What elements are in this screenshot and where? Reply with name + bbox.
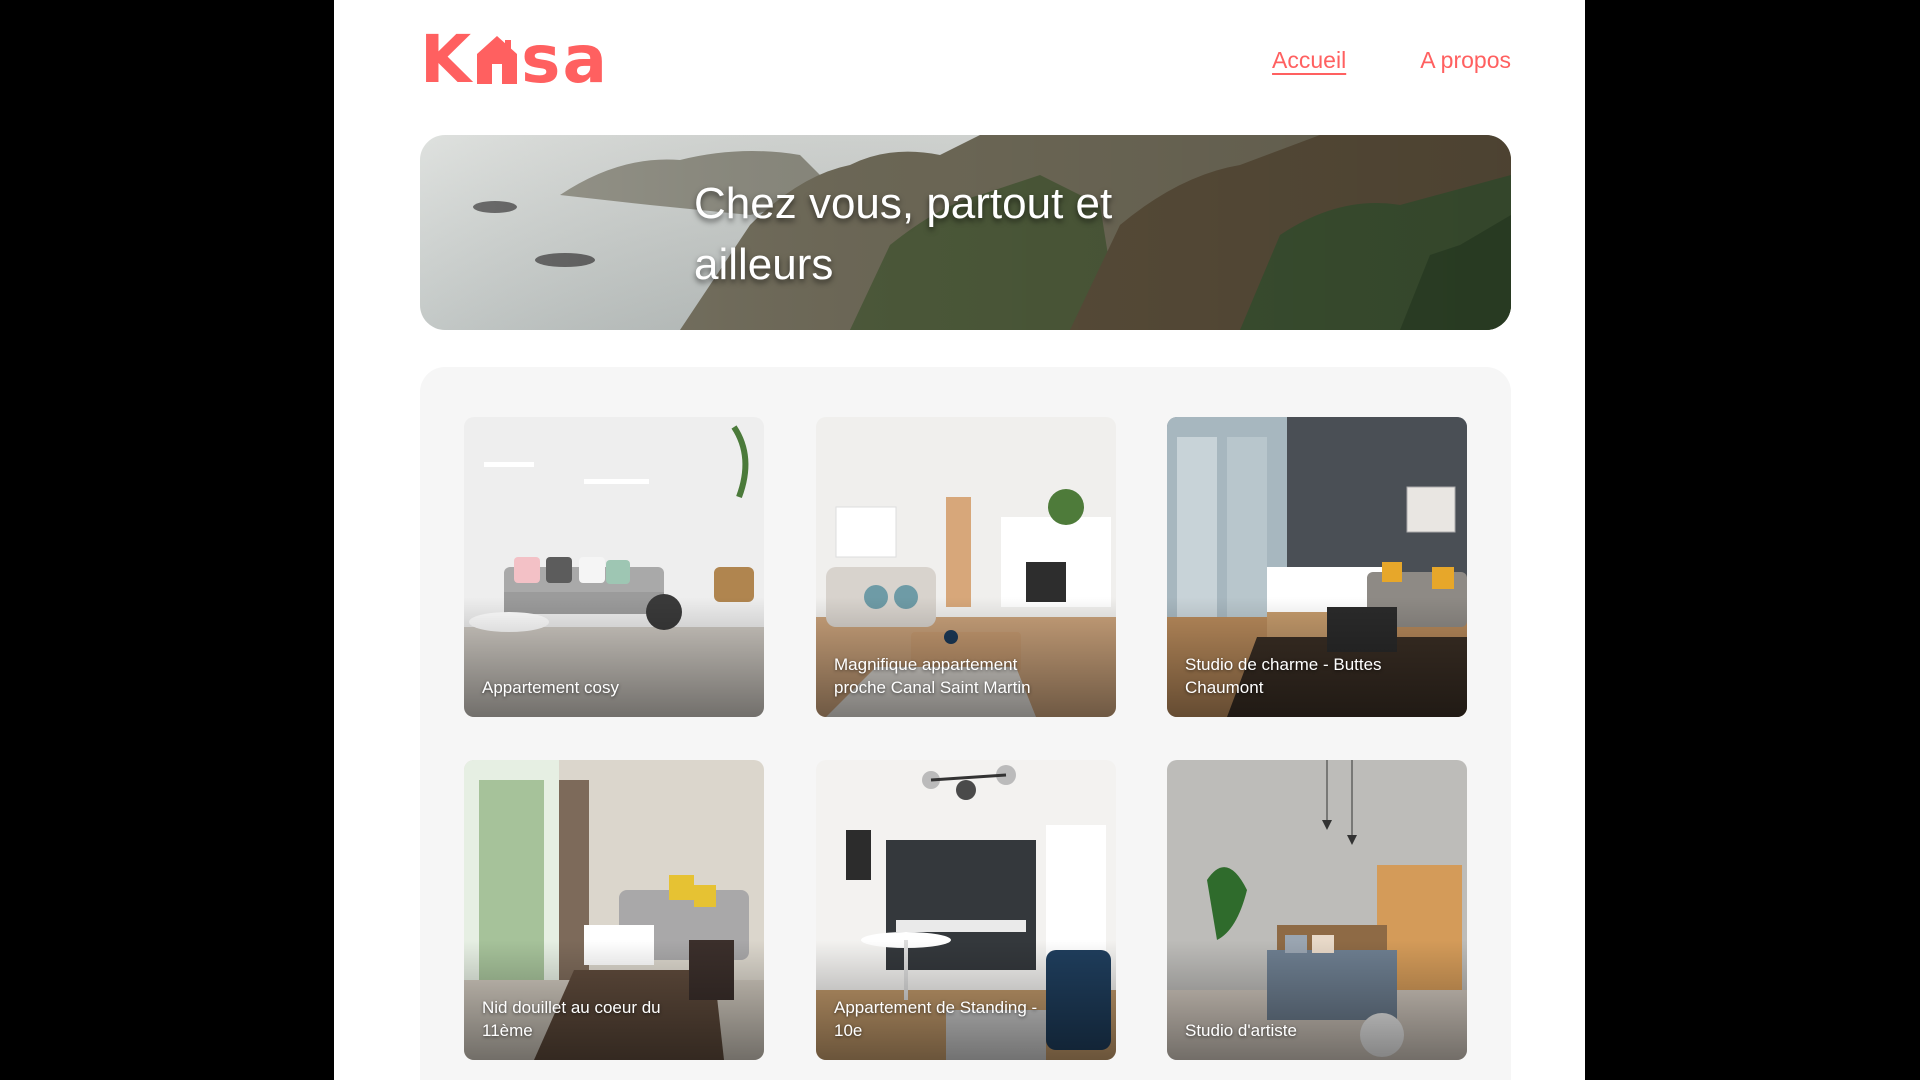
listing-card[interactable]: Nid douillet au coeur du 11ème	[464, 760, 764, 1060]
listing-card[interactable]: Magnifique appartement proche Canal Sain…	[816, 417, 1116, 717]
card-shade	[1167, 940, 1467, 1060]
page: K sa Accueil A propos Chez vous, partout…	[334, 0, 1585, 1080]
listing-card[interactable]: Studio d'artiste	[1167, 760, 1467, 1060]
kasa-logo[interactable]: K sa	[420, 21, 609, 98]
listing-title: Appartement de Standing - 10e	[834, 998, 1038, 1040]
listing-card[interactable]: Appartement cosy	[464, 417, 764, 717]
banner-title: Chez vous, partout et ailleurs	[694, 179, 1113, 289]
listing-title: Appartement cosy	[482, 678, 620, 697]
house-icon	[477, 36, 518, 84]
listing-title: Studio d'artiste	[1185, 1021, 1297, 1040]
main-nav: Accueil A propos	[1272, 47, 1511, 74]
logo-letters-sa: sa	[521, 21, 609, 98]
logo-letter-k: K	[420, 21, 474, 98]
listing-title: Magnifique appartement proche Canal Sain…	[834, 655, 1031, 697]
nav-link-a-propos[interactable]: A propos	[1420, 47, 1511, 74]
nav-link-accueil[interactable]: Accueil	[1272, 47, 1346, 74]
card-shade	[464, 597, 764, 717]
listings-gallery: Appartement cosy Magnifique appartement	[420, 367, 1511, 1080]
listing-card[interactable]: Studio de charme - Buttes Chaumont	[1167, 417, 1467, 717]
listing-title: Studio de charme - Buttes Chaumont	[1185, 655, 1382, 697]
listing-title: Nid douillet au coeur du 11ème	[482, 998, 661, 1040]
hero-banner: Chez vous, partout et ailleurs	[420, 135, 1511, 330]
listing-card[interactable]: Appartement de Standing - 10e	[816, 760, 1116, 1060]
